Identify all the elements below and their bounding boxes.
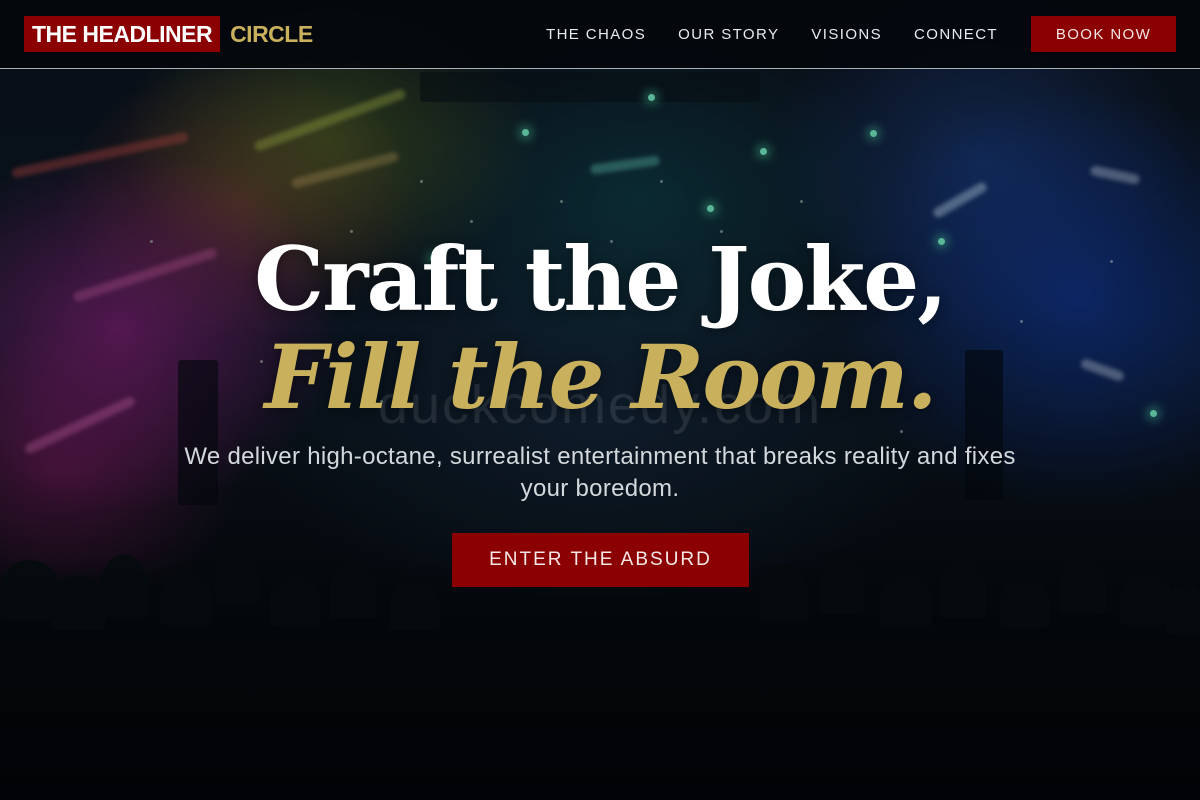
- brand-logo[interactable]: THE HEADLINER CIRCLE: [24, 16, 313, 52]
- hero-subtext: We deliver high-octane, surrealist enter…: [184, 443, 1016, 502]
- hero-headline-line2: Fill the Room.: [264, 325, 938, 429]
- enter-the-absurd-button[interactable]: ENTER THE ABSURD: [452, 533, 749, 587]
- hero-headline-line1: Craft the Joke,: [254, 227, 948, 331]
- main-nav: THE CHAOS OUR STORY VISIONS CONNECT BOOK…: [546, 16, 1176, 52]
- brand-name-accent: CIRCLE: [230, 20, 313, 47]
- nav-link-the-chaos[interactable]: THE CHAOS: [546, 26, 646, 43]
- nav-link-connect[interactable]: CONNECT: [914, 26, 998, 43]
- nav-link-our-story[interactable]: OUR STORY: [678, 26, 779, 43]
- site-header: THE HEADLINER CIRCLE THE CHAOS OUR STORY…: [0, 0, 1200, 69]
- nav-link-visions[interactable]: VISIONS: [811, 26, 882, 43]
- brand-name-main: THE HEADLINER: [24, 16, 221, 52]
- book-now-button[interactable]: BOOK NOW: [1031, 16, 1176, 52]
- hero-section: duckcomedy.com Craft the Joke, Fill the …: [0, 69, 1200, 800]
